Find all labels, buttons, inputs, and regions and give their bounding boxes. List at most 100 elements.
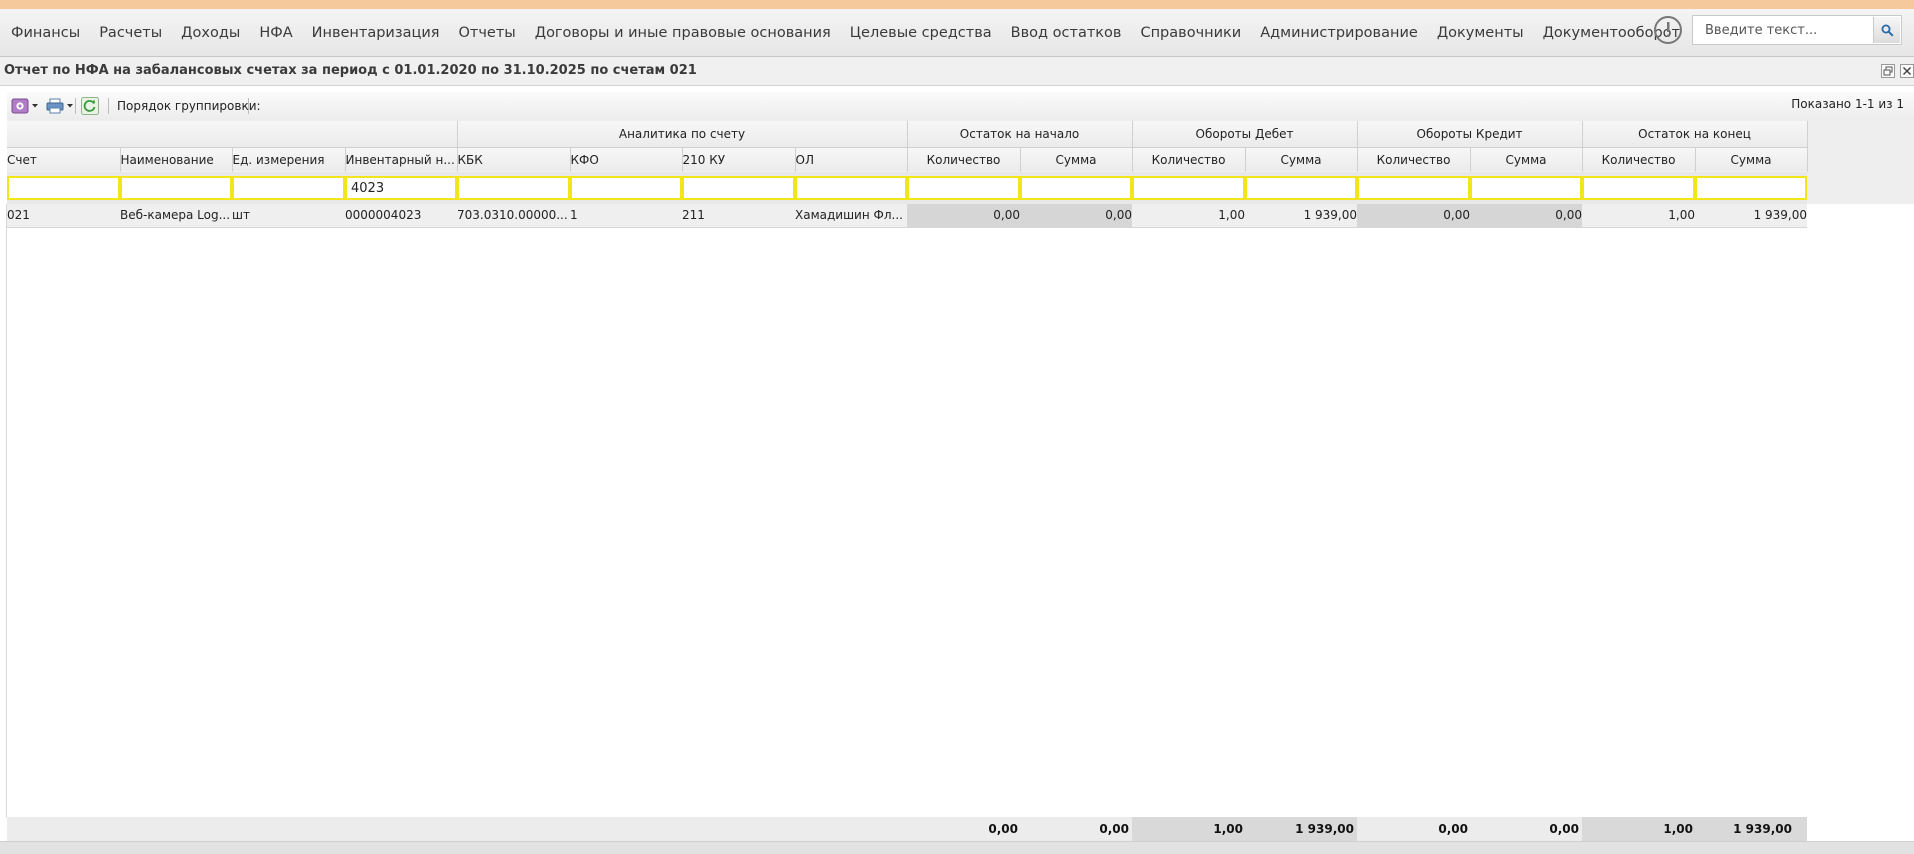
total-debit-quantity: 1,00 [1213, 822, 1243, 836]
notification-alert-icon[interactable] [1654, 16, 1682, 44]
menu-item-reports[interactable]: Отчеты [449, 25, 525, 41]
filter-cell [7, 172, 120, 204]
totals-footer-row: 0,00 0,00 1,00 1 939,00 0,00 0,00 1,00 1… [7, 817, 1807, 841]
column-header-credit-sum[interactable]: Сумма [1470, 147, 1583, 172]
menu-item-contracts[interactable]: Договоры и иные правовые основания [526, 25, 841, 41]
bottom-status-strip [0, 841, 1914, 854]
printer-icon [46, 98, 64, 114]
report-window-title-bar: Отчет по НФА на забалансовых счетах за п… [0, 57, 1914, 86]
menu-item-administration[interactable]: Администрирование [1251, 25, 1428, 41]
print-menu-button[interactable] [46, 97, 74, 115]
cell-name: Веб-камера Log... [120, 204, 232, 228]
filter-cell [907, 172, 1020, 204]
filter-input-unit[interactable] [232, 176, 345, 200]
filter-cell [232, 172, 345, 204]
column-header-credit-quantity[interactable]: Количество [1357, 147, 1471, 172]
search-button[interactable] [1873, 17, 1900, 43]
filter-input-ol[interactable] [795, 176, 907, 200]
filter-cell [1357, 172, 1471, 204]
column-header-inventory-number[interactable]: Инвентарный н... [345, 147, 458, 172]
column-header-closing-sum[interactable]: Сумма [1695, 147, 1808, 172]
top-accent-stripe [0, 0, 1914, 9]
filter-input-210-ku[interactable] [682, 176, 795, 200]
menu-item-directories[interactable]: Справочники [1131, 25, 1251, 41]
global-search-input[interactable] [1703, 16, 1877, 44]
filter-cell [1695, 172, 1808, 204]
group-header-opening-balance: Остаток на начало [907, 121, 1133, 148]
report-toolbar: Порядок группировки: Показано 1-1 из 1 [7, 92, 1914, 121]
column-header-kbk[interactable]: КБК [457, 147, 571, 172]
column-header-210-ku[interactable]: 210 КУ [682, 147, 796, 172]
menu-item-inventory[interactable]: Инвентаризация [303, 25, 450, 41]
main-menu-bar: Финансы Расчеты Доходы НФА Инвентаризаци… [0, 9, 1914, 57]
filter-input-closing-quantity[interactable] [1582, 176, 1696, 200]
menu-item-balance-input[interactable]: Ввод остатков [1002, 25, 1132, 41]
column-header-account[interactable]: Счет [7, 147, 121, 172]
filter-cell [795, 172, 907, 204]
filter-input-name[interactable] [120, 176, 232, 200]
menu-item-target-funds[interactable]: Целевые средства [841, 25, 1002, 41]
toolbar-separator [75, 98, 76, 114]
filter-input-kbk[interactable] [457, 176, 570, 200]
restore-icon [1883, 66, 1893, 76]
column-header-closing-quantity[interactable]: Количество [1582, 147, 1696, 172]
menu-items: Финансы Расчеты Доходы НФА Инвентаризаци… [0, 9, 1690, 56]
total-closing-sum: 1 939,00 [1733, 822, 1792, 836]
filter-input-opening-sum[interactable] [1020, 176, 1133, 200]
cell-unit: шт [232, 204, 345, 228]
filter-input-closing-sum[interactable] [1695, 176, 1808, 200]
filter-input-opening-quantity[interactable] [907, 176, 1020, 200]
column-header-unit[interactable]: Ед. измерения [232, 147, 346, 172]
close-icon [1902, 66, 1912, 76]
cell-credit-sum: 0,00 [1470, 204, 1583, 228]
cell-210-ku: 211 [682, 204, 795, 228]
group-header-blank [7, 121, 458, 148]
group-header-debit-turnover: Обороты Дебет [1132, 121, 1358, 148]
column-header-opening-quantity[interactable]: Количество [907, 147, 1021, 172]
dropdown-arrow-icon [32, 104, 38, 108]
close-window-button[interactable] [1900, 64, 1914, 78]
column-header-kfo[interactable]: КФО [570, 147, 683, 172]
filter-input-credit-quantity[interactable] [1357, 176, 1471, 200]
column-header-opening-sum[interactable]: Сумма [1020, 147, 1133, 172]
column-header-row: Счет Наименование Ед. измерения Инвентар… [7, 147, 1808, 172]
menu-item-nfa[interactable]: НФА [250, 25, 302, 41]
grouping-order-label: Порядок группировки: [117, 99, 261, 113]
settings-menu-button[interactable] [11, 97, 39, 115]
menu-item-settlements[interactable]: Расчеты [90, 25, 172, 41]
column-header-debit-sum[interactable]: Сумма [1245, 147, 1358, 172]
column-header-debit-quantity[interactable]: Количество [1132, 147, 1246, 172]
group-header-analytics: Аналитика по счету [457, 121, 908, 148]
cell-debit-sum: 1 939,00 [1245, 204, 1358, 228]
cell-kbk: 703.0310.00000... [457, 204, 570, 228]
menu-item-income[interactable]: Доходы [172, 25, 250, 41]
cell-kfo: 1 [570, 204, 682, 228]
cell-credit-quantity: 0,00 [1357, 204, 1471, 228]
menu-item-documents[interactable]: Документы [1428, 25, 1534, 41]
menu-item-finance[interactable]: Финансы [2, 25, 90, 41]
records-shown-label: Показано 1-1 из 1 [1791, 97, 1904, 111]
cell-opening-sum: 0,00 [1020, 204, 1133, 228]
group-header-credit-turnover: Обороты Кредит [1357, 121, 1583, 148]
refresh-button[interactable] [81, 97, 99, 115]
total-debit-sum: 1 939,00 [1295, 822, 1354, 836]
filter-cell [682, 172, 795, 204]
column-header-ol[interactable]: ОЛ [795, 147, 908, 172]
filter-input-kfo[interactable] [570, 176, 682, 200]
filter-input-debit-quantity[interactable] [1132, 176, 1246, 200]
grid-header-background-right [1807, 120, 1914, 204]
filter-cell [120, 172, 232, 204]
filter-row [7, 172, 1808, 204]
filter-input-credit-sum[interactable] [1470, 176, 1583, 200]
column-header-name[interactable]: Наименование [120, 147, 233, 172]
grid-left-border [6, 204, 7, 817]
table-row[interactable]: 021 Веб-камера Log... шт 0000004023 703.… [7, 204, 1808, 228]
total-opening-sum: 0,00 [1099, 822, 1129, 836]
cell-closing-quantity: 1,00 [1582, 204, 1696, 228]
cell-closing-sum: 1 939,00 [1695, 204, 1808, 228]
restore-window-button[interactable] [1881, 64, 1895, 78]
filter-input-debit-sum[interactable] [1245, 176, 1358, 200]
filter-cell [457, 172, 570, 204]
filter-input-inventory-number[interactable] [345, 176, 457, 200]
filter-input-account[interactable] [7, 176, 120, 200]
